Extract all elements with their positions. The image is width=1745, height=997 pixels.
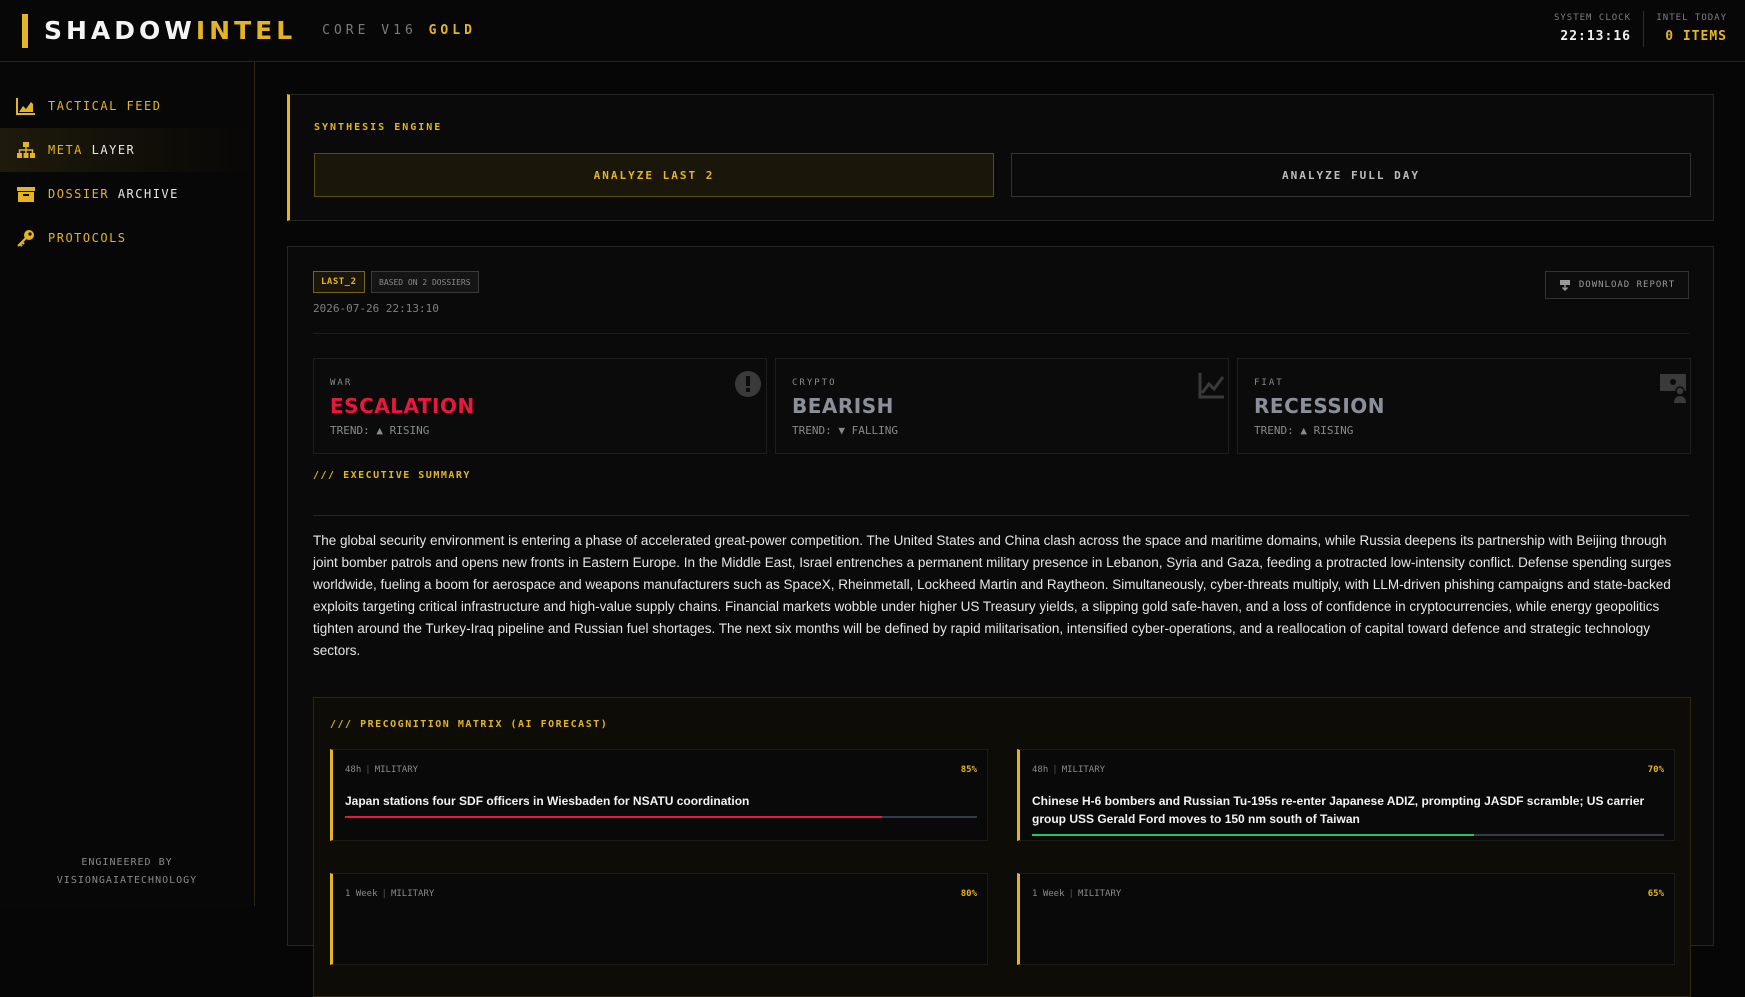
metric-value: RECESSION — [1254, 394, 1385, 418]
prediction-card[interactable]: 48h | MILITARY 85% Japan stations four SDF… — [330, 749, 988, 841]
metric-card-crypto: CRYPTO BEARISH TREND: ▼ FALLING — [775, 358, 1229, 454]
synthesis-title: SYNTHESIS ENGINE — [314, 122, 443, 133]
prediction-probability: 80% — [960, 889, 977, 899]
sidebar-item-label: DOSSIER ARCHIVE — [48, 187, 179, 201]
brand-accent-bar — [22, 13, 28, 48]
prediction-meta: 48h | MILITARY — [345, 765, 419, 775]
prediction-probability: 65% — [1647, 889, 1664, 899]
version-label: CORE V16 GOLD — [322, 23, 476, 38]
key-icon — [17, 230, 34, 247]
matrix-title: /// PRECOGNITION MATRIX (AI FORECAST) — [330, 719, 609, 730]
analyze-full-day-button[interactable]: ANALYZE FULL DAY — [1011, 153, 1691, 197]
divider — [313, 333, 1689, 334]
executive-summary-title: /// EXECUTIVE SUMMARY — [313, 470, 471, 481]
header-divider — [1643, 11, 1644, 47]
report-scope-badge: LAST_2 — [313, 271, 365, 293]
prediction-title: Chinese H-6 bombers and Russian Tu-195s … — [1032, 794, 1645, 826]
top-bar: SHADOWINTEL CORE V16 GOLD SYSTEM CLOCK 2… — [0, 0, 1745, 62]
metric-label: WAR — [330, 378, 353, 388]
precognition-matrix: /// PRECOGNITION MATRIX (AI FORECAST) 48… — [313, 697, 1691, 997]
sidebar-item-label: META LAYER — [48, 143, 136, 157]
version-accent: GOLD — [428, 23, 476, 38]
money-user-icon — [1660, 374, 1686, 403]
metric-card-war: WAR ESCALATION TREND: ▲ RISING — [313, 358, 767, 454]
metric-trend: TREND: ▲ RISING — [330, 424, 430, 437]
report-panel: LAST_2 BASED ON 2 DOSSIERS 2026-07-26 22… — [287, 246, 1714, 997]
prediction-card[interactable]: 48h | MILITARY 70% Chinese H-6 bombers and… — [1017, 749, 1675, 841]
prediction-meta: 48h | MILITARY — [1032, 765, 1106, 775]
intel-label: INTEL TODAY — [1656, 13, 1727, 23]
summary-divider — [313, 515, 1689, 516]
brand-main: SHADOW — [44, 16, 196, 45]
sidebar-item-label: TACTICAL FEED — [48, 99, 162, 113]
sidebar-item-meta-layer[interactable]: META LAYER — [0, 128, 254, 172]
sidebar-item-protocols[interactable]: PROTOCOLS — [0, 216, 254, 260]
download-report-button[interactable]: DOWNLOAD REPORT — [1545, 271, 1689, 299]
metric-trend: TREND: ▼ FALLING — [792, 424, 898, 437]
intel-value: 0 ITEMS — [1665, 29, 1727, 44]
sidebar-footer: ENGINEERED BY VISIONGAIATECHNOLOGY — [0, 854, 254, 890]
sidebar-item-dossier-archive[interactable]: DOSSIER ARCHIVE — [0, 172, 254, 216]
report-timestamp: 2026-07-26 22:13:10 — [313, 302, 439, 315]
intel-today: INTEL TODAY 0 ITEMS — [1656, 13, 1727, 44]
system-clock: SYSTEM CLOCK 22:13:16 — [1554, 13, 1631, 44]
probability-bar — [345, 816, 977, 818]
dossier-count-badge: BASED ON 2 DOSSIERS — [371, 271, 479, 293]
analyze-last-button[interactable]: ANALYZE LAST 2 — [314, 153, 994, 197]
metric-value: BEARISH — [792, 394, 894, 418]
sidebar: TACTICAL FEED META LAYER DOSSIER ARCHIVE… — [0, 62, 255, 906]
footer-line1: ENGINEERED BY — [81, 857, 173, 868]
brand-accent: INTEL — [195, 16, 297, 45]
probability-fill — [1032, 834, 1475, 836]
brand-logo: SHADOWINTEL — [44, 16, 296, 45]
prediction-card[interactable]: 1 Week | MILITARY 80% — [330, 873, 988, 965]
metric-value: ESCALATION — [330, 394, 475, 418]
metric-label: CRYPTO — [792, 378, 837, 388]
download-label: DOWNLOAD REPORT — [1578, 280, 1676, 290]
chart-area-icon — [16, 98, 35, 115]
metric-label: FIAT — [1254, 378, 1284, 388]
download-icon — [1559, 280, 1570, 291]
clock-label: SYSTEM CLOCK — [1553, 13, 1631, 23]
executive-summary-text: The global security environment is enter… — [313, 533, 1672, 658]
prediction-meta: 1 Week | MILITARY — [1032, 889, 1122, 899]
hierarchy-icon — [17, 142, 35, 158]
metric-trend: TREND: ▲ RISING — [1254, 424, 1354, 437]
synthesis-engine-panel: SYNTHESIS ENGINE ANALYZE LAST 2 ANALYZE … — [287, 94, 1714, 221]
prediction-probability: 70% — [1647, 765, 1664, 775]
alert-circle-icon — [735, 371, 761, 397]
archive-box-icon — [17, 187, 35, 202]
prediction-card[interactable]: 1 Week | MILITARY 65% — [1017, 873, 1675, 965]
footer-line2: VISIONGAIATECHNOLOGY — [56, 875, 198, 886]
probability-fill — [345, 816, 883, 818]
sidebar-item-tactical-feed[interactable]: TACTICAL FEED — [0, 84, 254, 128]
prediction-meta: 1 Week | MILITARY — [345, 889, 435, 899]
chart-line-icon — [1198, 373, 1225, 399]
clock-value: 22:13:16 — [1560, 29, 1631, 44]
metric-card-fiat: FIAT RECESSION TREND: ▲ RISING — [1237, 358, 1691, 454]
probability-bar — [1032, 834, 1664, 836]
version-main: CORE V16 — [322, 23, 417, 38]
sidebar-item-label: PROTOCOLS — [48, 231, 127, 245]
prediction-probability: 85% — [960, 765, 977, 775]
prediction-title: Japan stations four SDF officers in Wies… — [345, 794, 750, 808]
